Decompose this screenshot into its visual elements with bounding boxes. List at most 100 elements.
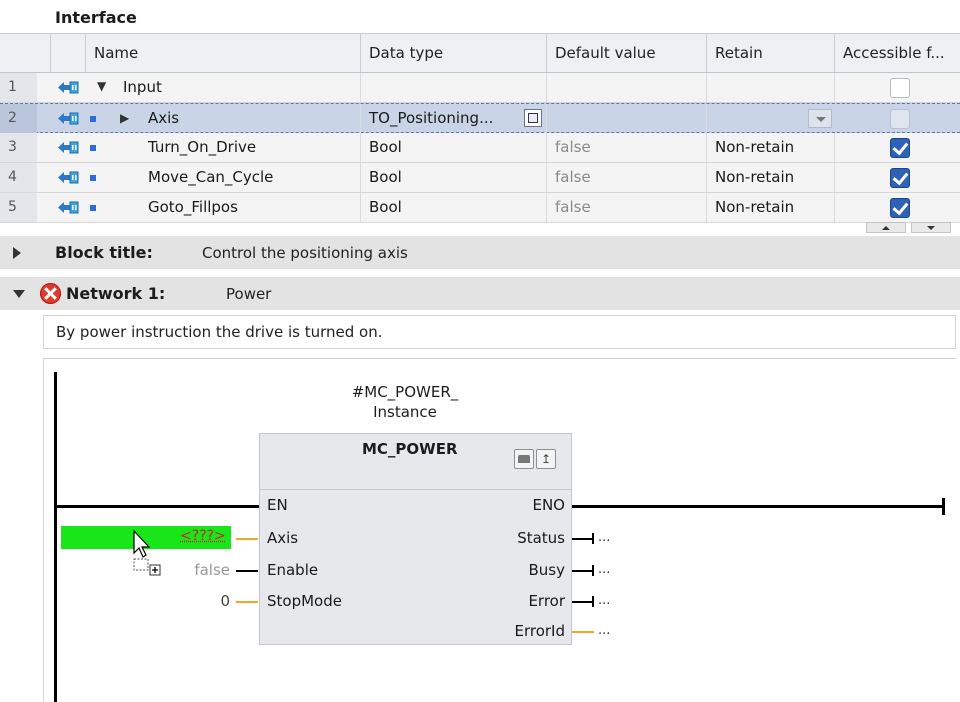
accessible-checkbox[interactable]	[890, 138, 910, 158]
pin-errorid: ErrorId	[514, 622, 565, 640]
row-retain[interactable]: Non-retain	[706, 133, 834, 162]
network-comment-text: By power instruction the drive is turned…	[56, 323, 383, 341]
table-row[interactable]: 1 ▼ Input	[0, 73, 960, 103]
block-title-text[interactable]: Control the positioning axis	[202, 244, 408, 262]
row-default[interactable]	[546, 73, 706, 102]
member-bullet	[90, 175, 96, 181]
row-default[interactable]: false	[546, 163, 706, 192]
network-label: Network 1:	[66, 284, 166, 303]
network-comment[interactable]: By power instruction the drive is turned…	[43, 315, 956, 349]
pin-status: Status	[517, 529, 565, 547]
column-data-type[interactable]: Data type	[360, 34, 546, 72]
power-rail	[54, 372, 57, 702]
dropdown-icon[interactable]	[808, 109, 832, 128]
axis-wire	[236, 538, 258, 540]
fb-instance-name[interactable]: #MC_POWER_	[330, 383, 480, 401]
row-type[interactable]: Bool	[360, 193, 546, 222]
member-bullet	[90, 116, 96, 122]
input-icon	[58, 201, 79, 214]
row-default[interactable]	[546, 104, 706, 133]
row-default[interactable]: false	[546, 133, 706, 162]
pin-enable: Enable	[267, 561, 319, 579]
row-retain[interactable]: Non-retain	[706, 193, 834, 222]
busy-operand[interactable]: ...	[598, 562, 610, 577]
expand-arrow-icon[interactable]: ▶	[120, 111, 129, 125]
row-retain[interactable]: Non-retain	[706, 163, 834, 192]
row-number: 1	[0, 73, 37, 102]
accessible-checkbox[interactable]	[890, 78, 910, 98]
interface-column-header: Name Data type Default value Retain Acce…	[0, 33, 960, 73]
row-number: 5	[0, 193, 37, 222]
fb-type-name: MC_POWER	[362, 440, 458, 458]
fb-info-icon[interactable]	[514, 449, 534, 469]
eno-end-bar	[942, 498, 945, 515]
row-number: 3	[0, 133, 37, 162]
table-row-selected[interactable]: 2 ▶ Axis TO_Positioning...	[0, 103, 960, 133]
status-wire	[572, 538, 594, 540]
error-stub	[592, 596, 594, 607]
busy-wire	[572, 570, 594, 572]
row-type[interactable]: TO_Positioning...	[360, 104, 546, 133]
stopmode-operand[interactable]: 0	[160, 592, 230, 610]
pin-en: EN	[267, 496, 288, 514]
row-type[interactable]: Bool	[360, 163, 546, 192]
column-name[interactable]: Name	[85, 34, 360, 72]
collapse-arrow-icon[interactable]	[13, 290, 25, 298]
scroll-down-icon[interactable]	[911, 222, 951, 233]
fb-divider	[260, 489, 571, 490]
enable-wire	[236, 570, 258, 572]
interface-panel: Interface Name Data type Default value R…	[0, 0, 960, 234]
input-icon	[58, 81, 79, 94]
browse-icon[interactable]	[524, 109, 542, 127]
row-number: 2	[0, 104, 37, 133]
en-wire	[56, 505, 259, 508]
column-default-value[interactable]: Default value	[546, 34, 706, 72]
fb-instance-name-2[interactable]: Instance	[330, 403, 480, 421]
errorid-wire	[572, 631, 594, 633]
row-type[interactable]: Bool	[360, 133, 546, 162]
accessible-checkbox[interactable]	[890, 168, 910, 188]
row-name[interactable]: Goto_Fillpos	[140, 193, 360, 222]
icon-header	[50, 34, 85, 72]
scroll-up-icon[interactable]	[866, 222, 906, 233]
pin-axis: Axis	[267, 529, 299, 547]
row-name[interactable]: Input	[115, 73, 360, 102]
axis-operand-placeholder[interactable]: <???>	[180, 528, 226, 544]
input-icon	[58, 112, 79, 125]
rownum-header	[0, 34, 50, 72]
network-bar[interactable]: Network 1: Power	[0, 277, 960, 310]
column-accessible[interactable]: Accessible f...	[834, 34, 960, 72]
collapse-arrow-icon[interactable]: ▼	[97, 79, 106, 93]
status-operand[interactable]: ...	[598, 530, 610, 545]
pin-stopmode: StopMode	[267, 592, 342, 610]
table-scroll-arrows[interactable]	[866, 222, 956, 234]
row-name[interactable]: Axis	[140, 104, 360, 133]
accessible-checkbox[interactable]	[890, 109, 910, 129]
enable-operand[interactable]: false	[160, 561, 230, 579]
interface-header: Interface	[0, 0, 960, 33]
block-title-bar[interactable]: Block title: Control the positioning axi…	[0, 236, 960, 269]
fb-diagnostics-icon[interactable]: ↥	[536, 449, 556, 469]
accessible-checkbox[interactable]	[890, 198, 910, 218]
column-retain[interactable]: Retain	[706, 34, 834, 72]
error-icon	[40, 283, 61, 304]
error-operand[interactable]: ...	[598, 593, 610, 608]
table-row[interactable]: 5 Goto_Fillpos Bool false Non-retain	[0, 193, 960, 223]
row-type[interactable]	[360, 73, 546, 102]
pin-eno: ENO	[532, 496, 565, 514]
drag-cursor-icon	[133, 529, 161, 576]
row-default[interactable]: false	[546, 193, 706, 222]
error-wire	[572, 601, 594, 603]
errorid-operand[interactable]: ...	[598, 623, 610, 638]
input-icon	[58, 141, 79, 154]
network-title[interactable]: Power	[226, 285, 271, 303]
table-row[interactable]: 3 Turn_On_Drive Bool false Non-retain	[0, 133, 960, 163]
member-bullet	[90, 145, 96, 151]
row-name[interactable]: Move_Can_Cycle	[140, 163, 360, 192]
block-title-label: Block title:	[55, 243, 153, 262]
row-name[interactable]: Turn_On_Drive	[140, 133, 360, 162]
table-row[interactable]: 4 Move_Can_Cycle Bool false Non-retain	[0, 163, 960, 193]
input-icon	[58, 171, 79, 184]
row-retain[interactable]	[706, 73, 834, 102]
expand-arrow-icon[interactable]	[13, 247, 21, 259]
